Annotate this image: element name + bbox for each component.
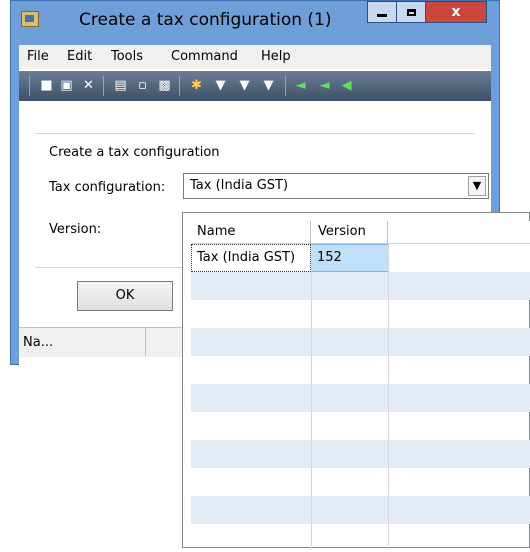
previous-record-icon[interactable]: ◀ [339, 78, 354, 94]
lookup-header: Name Version [191, 221, 530, 244]
empty-row [191, 356, 530, 384]
cell-version[interactable]: 152 [312, 244, 388, 272]
empty-row [191, 496, 530, 524]
section-title: Create a tax configuration [49, 145, 220, 160]
empty-row [191, 272, 530, 300]
title-bar[interactable]: Create a tax configuration (1) x [11, 1, 499, 39]
empty-row [191, 412, 530, 440]
toolbar-separator [285, 76, 286, 96]
email-icon[interactable]: ▩ [157, 78, 172, 94]
empty-row [191, 384, 530, 412]
window-title: Create a tax configuration (1) [79, 10, 332, 30]
tax-configuration-value: Tax (India GST) [190, 178, 289, 193]
close-icon: x [451, 4, 461, 20]
advanced-filter-icon[interactable]: ▼ [261, 78, 276, 94]
empty-row [191, 328, 530, 356]
chevron-down-icon[interactable]: ▼ [468, 176, 486, 196]
toolbar-separator [179, 76, 180, 96]
first-record-icon[interactable]: ◄ [293, 78, 308, 94]
menu-edit[interactable]: Edit [67, 49, 92, 64]
column-header-name-label: Name [197, 224, 236, 239]
maximize-button[interactable] [396, 1, 426, 23]
filter-by-selection-icon[interactable]: ▼ [237, 78, 252, 94]
lookup-grid: Tax (India GST) 152 [191, 244, 530, 549]
cell-name[interactable]: Tax (India GST) [191, 244, 311, 272]
menu-help[interactable]: Help [261, 49, 291, 64]
top-separator [35, 133, 475, 134]
print-preview-icon[interactable]: ▫ [135, 78, 150, 94]
tax-configuration-combobox[interactable]: Tax (India GST) ▼ [183, 173, 489, 199]
column-divider [388, 244, 389, 549]
status-text: Na... [23, 335, 54, 350]
previous-page-icon[interactable]: ◄ [317, 78, 332, 94]
table-row[interactable]: Tax (India GST) 152 [191, 244, 530, 272]
delete-icon[interactable]: ✕ [81, 78, 96, 94]
empty-row [191, 300, 530, 328]
new-icon[interactable]: ■ [39, 78, 54, 94]
menu-bar: File Edit Tools Command Help [19, 45, 491, 69]
toolbar: ■ ▣ ✕ ▤ ▫ ▩ ✱ ▼ ▼ ▼ ◄ ◄ ◀ [19, 71, 491, 101]
empty-row [191, 468, 530, 496]
lookup-popup: Name Version Tax (India GST) 152 [182, 212, 530, 549]
cell-name-text: Tax (India GST) [197, 250, 296, 265]
print-icon[interactable]: ▤ [113, 78, 128, 94]
menu-file[interactable]: File [27, 49, 49, 64]
refresh-icon[interactable]: ✱ [189, 78, 204, 94]
app-icon [21, 11, 39, 27]
status-cell-name: Na... [19, 328, 146, 356]
close-button[interactable]: x [425, 1, 487, 23]
menu-command[interactable]: Command [171, 49, 238, 64]
empty-row [191, 440, 530, 468]
menu-tools[interactable]: Tools [111, 49, 143, 64]
ok-button[interactable]: OK [77, 281, 173, 311]
tax-configuration-label: Tax configuration: [49, 180, 166, 195]
filter-by-field-icon[interactable]: ▼ [213, 78, 228, 94]
column-divider [311, 244, 312, 549]
maximize-icon [406, 8, 416, 16]
column-header-name[interactable]: Name [191, 221, 311, 243]
column-header-version[interactable]: Version [312, 221, 388, 243]
toolbar-separator [103, 76, 104, 96]
save-icon[interactable]: ▣ [59, 78, 74, 94]
minimize-button[interactable] [367, 1, 397, 23]
column-header-version-label: Version [318, 224, 366, 239]
version-label: Version: [49, 222, 102, 237]
minimize-icon [377, 13, 387, 17]
cell-version-text: 152 [317, 250, 342, 265]
toolbar-separator [29, 76, 30, 96]
